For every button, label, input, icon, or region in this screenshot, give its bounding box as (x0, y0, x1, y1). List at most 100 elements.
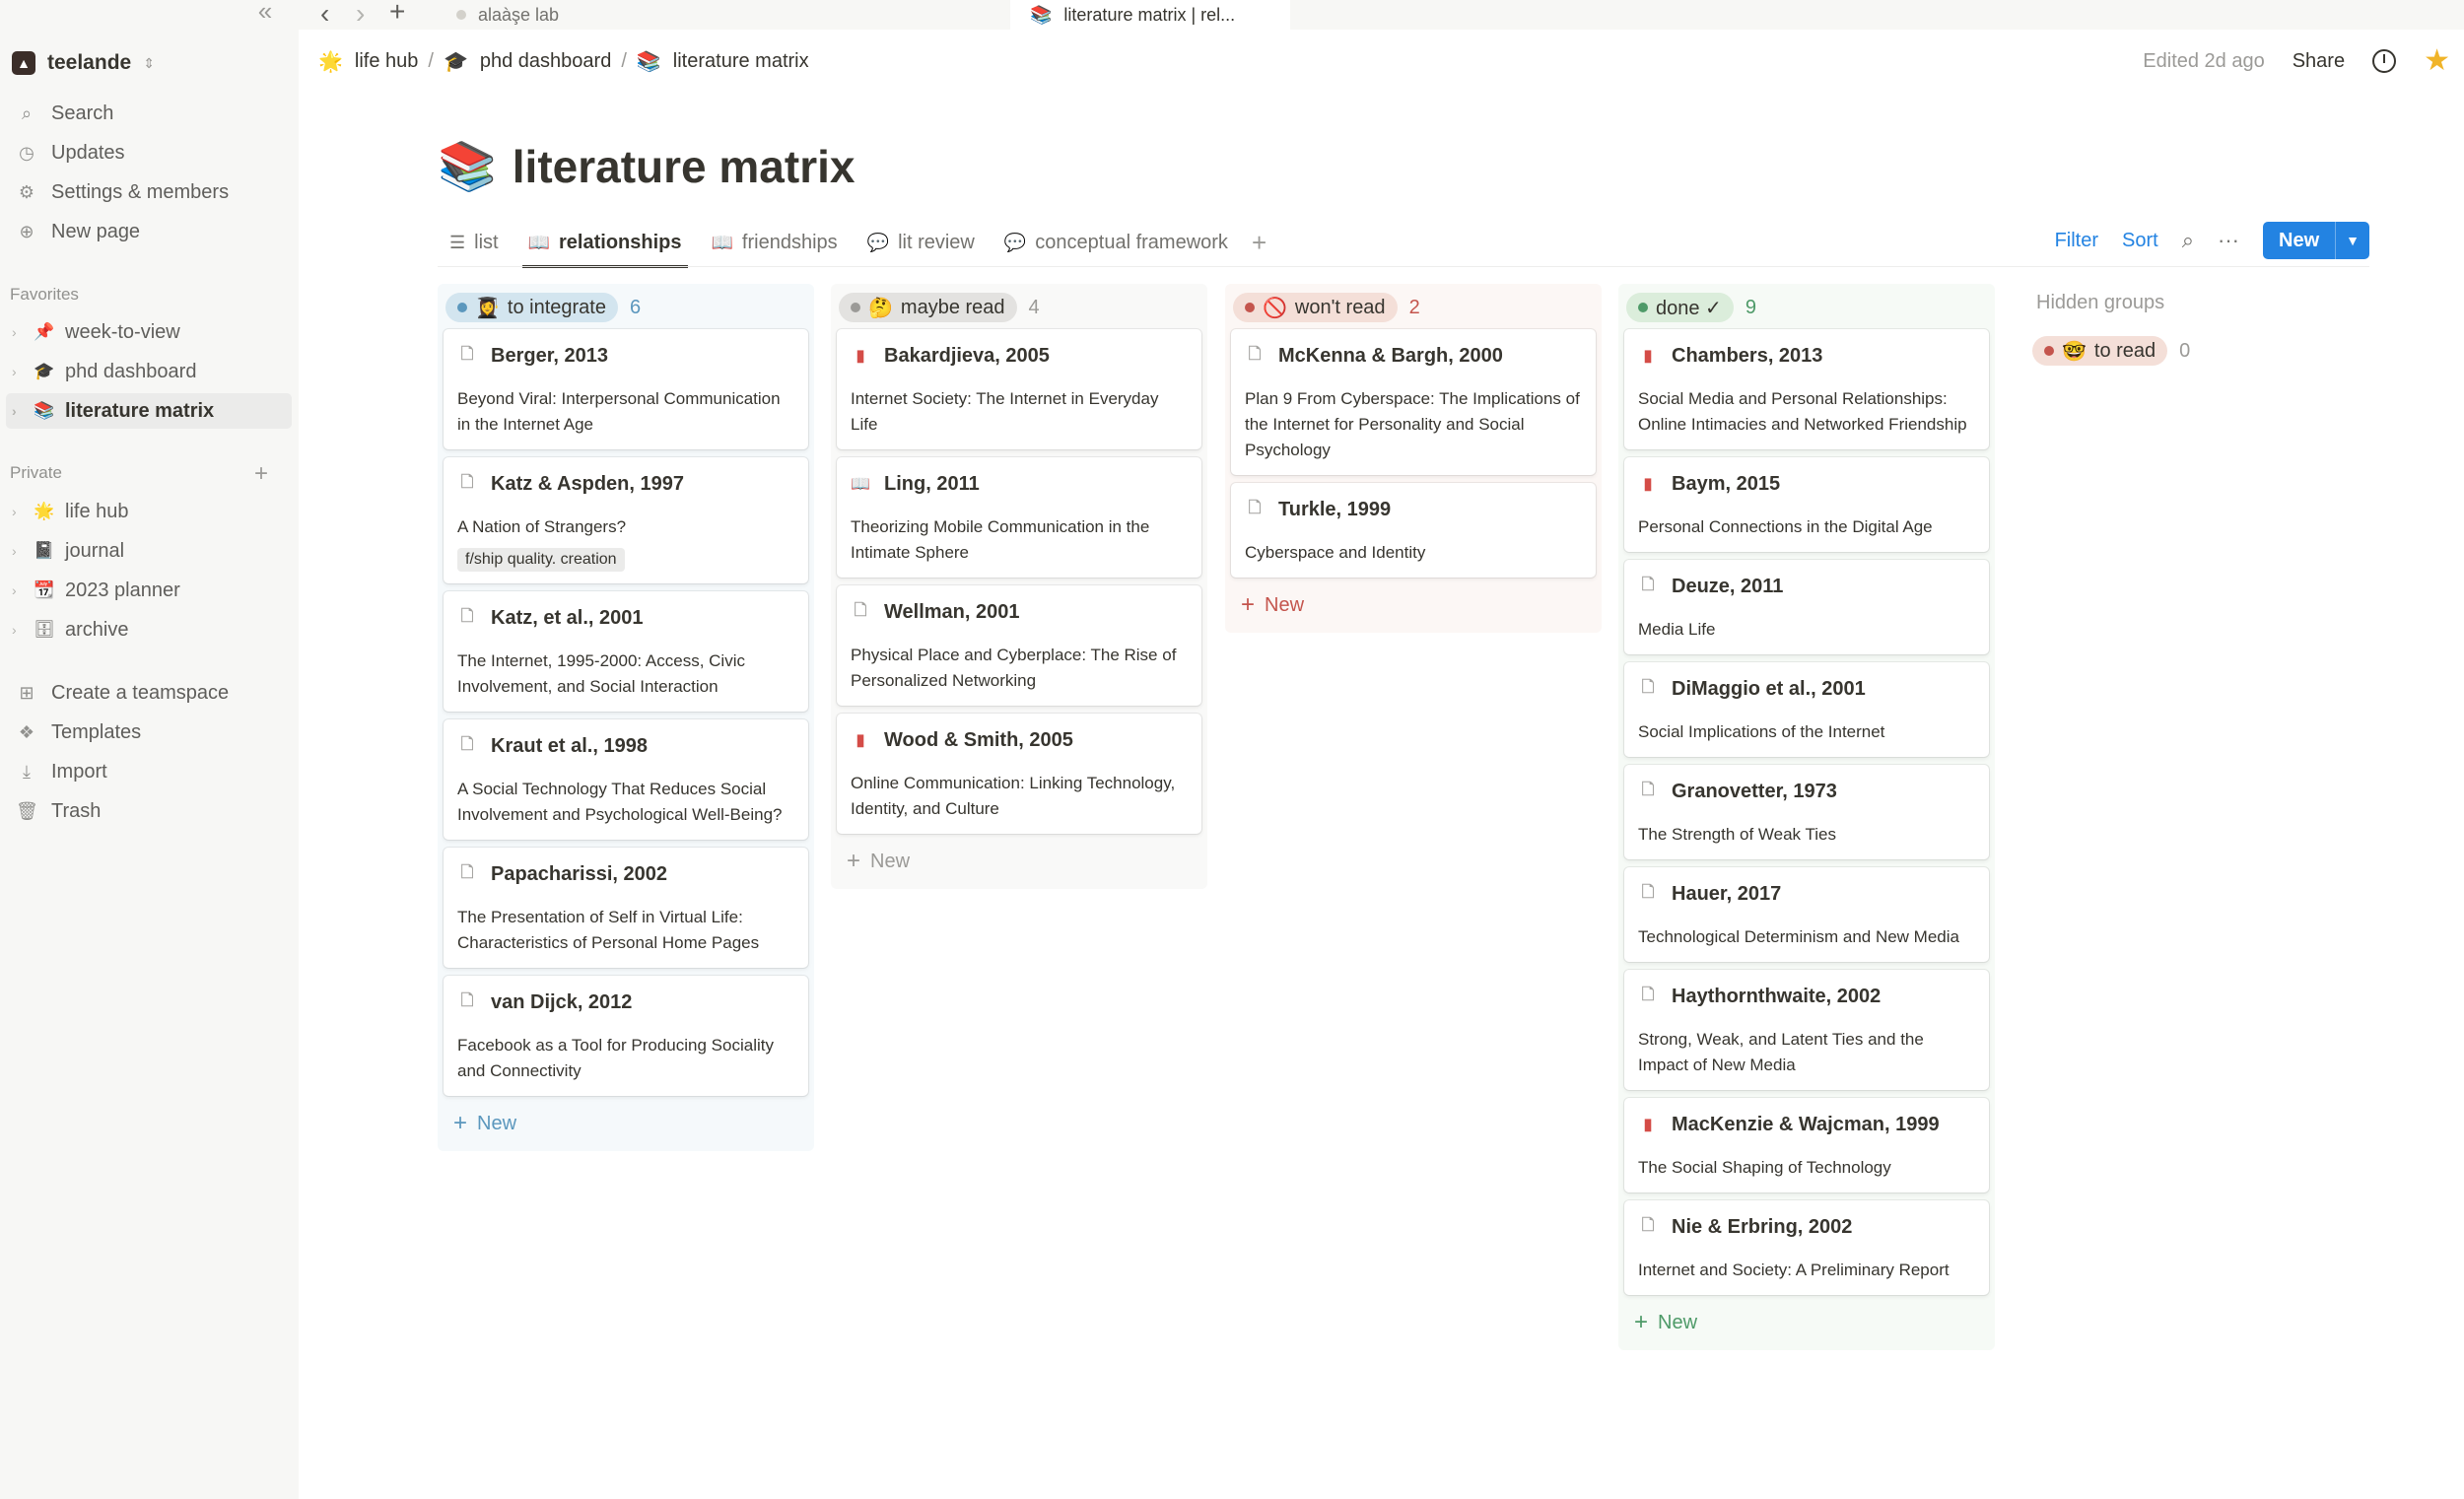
collapse-sidebar-icon[interactable]: « (252, 0, 278, 26)
workspace-switcher[interactable]: ▲ teelande ⇕ (12, 51, 155, 75)
board-card[interactable]: 🗋 Hauer, 2017 Technological Determinism an… (1624, 867, 1989, 962)
sidebar-item-label: Search (51, 102, 114, 124)
board-card[interactable]: 🗋 Nie & Erbring, 2002 Internet and Society… (1624, 1200, 1989, 1295)
board-card[interactable]: 🗋 McKenna & Bargh, 2000 Plan 9 From Cybers… (1231, 329, 1596, 475)
breadcrumb-item[interactable]: 📚 literature matrix (637, 49, 809, 74)
sidebar-page-label: 2023 planner (65, 579, 180, 601)
board-card[interactable]: 🗋 DiMaggio et al., 2001 Social Implication… (1624, 662, 1989, 757)
card-description: A Social Technology That Reduces Social … (457, 780, 783, 824)
board-card[interactable]: 🗋 Katz & Aspden, 1997 A Nation of Stranger… (444, 457, 808, 583)
tab-friendships[interactable]: 📖 friendships (706, 219, 844, 266)
sidebar-item-trash[interactable]: 🗑 Trash (12, 793, 288, 829)
forward-icon[interactable]: › (356, 0, 365, 30)
view-label: list (474, 231, 499, 253)
status-badge[interactable]: 🤓 to read (2032, 336, 2168, 366)
sort-button[interactable]: Sort (2122, 230, 2158, 252)
new-button-label[interactable]: New (2263, 222, 2335, 259)
board-card[interactable]: 🗋 Deuze, 2011 Media Life (1624, 560, 1989, 654)
add-card-button[interactable]: + New (1231, 585, 1596, 625)
sidebar-page-2023-planner[interactable]: › 📆 2023 planner (6, 573, 292, 608)
sidebar-item-updates[interactable]: ◷ Updates (12, 135, 288, 170)
plus-icon: + (847, 848, 861, 874)
sidebar-page-archive[interactable]: › 🗄 archive (6, 612, 292, 647)
column-header: 👩‍🎓 to integrate 6 (444, 286, 808, 329)
favorite-star-icon[interactable]: ★ (2424, 46, 2450, 76)
history-icon[interactable] (2372, 49, 2397, 73)
status-badge[interactable]: 🚫 won't read (1233, 293, 1398, 322)
chevron-down-icon[interactable]: ▼ (2335, 222, 2369, 259)
status-badge[interactable]: 🤔 maybe read (839, 293, 1017, 322)
page-title: 📚 literature matrix (438, 138, 855, 194)
board-card[interactable]: ▮ Wood & Smith, 2005 Online Communication:… (837, 714, 1201, 834)
chevron-right-icon[interactable]: › (12, 403, 24, 419)
back-icon[interactable]: ‹ (320, 0, 329, 30)
board-card[interactable]: 🗋 Granovetter, 1973 The Strength of Weak T… (1624, 765, 1989, 859)
more-icon[interactable]: ··· (2218, 228, 2239, 253)
new-tab-icon[interactable]: + (389, 0, 405, 28)
sidebar-item-create-a-teamspace[interactable]: ⊞ Create a teamspace (12, 675, 288, 711)
board-card[interactable]: 🗋 Haythornthwaite, 2002 Strong, Weak, and … (1624, 970, 1989, 1090)
sidebar-item-new-page[interactable]: ⊕ New page (12, 214, 288, 249)
board-card[interactable]: ▮ MacKenzie & Wajcman, 1999 The Social Sha… (1624, 1098, 1989, 1192)
board-card[interactable]: 🗋 Kraut et al., 1998 A Social Technology T… (444, 719, 808, 840)
board-card[interactable]: ▮ Chambers, 2013 Social Media and Personal… (1624, 329, 1989, 449)
filter-button[interactable]: Filter (2055, 230, 2098, 252)
hidden-groups-label: Hidden groups (2036, 292, 2165, 313)
breadcrumb-emoji-icon: 📚 (636, 51, 661, 73)
sidebar-item-import[interactable]: ⤓ Import (12, 754, 288, 789)
browser-tab-1[interactable]: alaàşe lab (437, 0, 1008, 30)
board-card[interactable]: 📖 Ling, 2011 Theorizing Mobile Communicati… (837, 457, 1201, 578)
plus-icon: + (1241, 591, 1256, 618)
hidden-group[interactable]: 🤓 to read 0 (2032, 336, 2190, 366)
board-card[interactable]: ▮ Bakardjieva, 2005 Internet Society: The … (837, 329, 1201, 449)
chevron-right-icon[interactable]: › (12, 543, 24, 559)
sidebar-page-literature-matrix[interactable]: › 📚 literature matrix (6, 393, 292, 429)
chevron-right-icon[interactable]: › (12, 582, 24, 598)
search-icon[interactable]: ⌕ (2182, 228, 2194, 253)
breadcrumb-item[interactable]: 🎓 phd dashboard (444, 49, 611, 74)
breadcrumb-item[interactable]: 🌟 life hub (318, 49, 418, 74)
status-badge[interactable]: 👩‍🎓 to integrate (445, 293, 618, 322)
sidebar-item-templates[interactable]: ❖ Templates (12, 715, 288, 750)
favorites-label: Favorites (10, 285, 79, 304)
add-view-icon[interactable]: + (1252, 228, 1266, 258)
board-card[interactable]: ▮ Baym, 2015 Personal Connections in the D… (1624, 457, 1989, 552)
chevron-right-icon[interactable]: › (12, 364, 24, 379)
board-card[interactable]: 🗋 Berger, 2013 Beyond Viral: Interpersonal… (444, 329, 808, 449)
add-card-button[interactable]: + New (837, 842, 1201, 881)
add-private-page-icon[interactable]: + (254, 460, 268, 488)
board-card[interactable]: 🗋 Katz, et al., 2001 The Internet, 1995-20… (444, 591, 808, 712)
sidebar-page-week-to-view[interactable]: › 📌 week-to-view (6, 314, 292, 350)
board-card[interactable]: 🗋 Papacharissi, 2002 The Presentation of S… (444, 848, 808, 968)
sidebar-item-search[interactable]: ⌕ Search (12, 96, 288, 131)
new-button[interactable]: New ▼ (2263, 222, 2369, 259)
add-card-button[interactable]: + New (1624, 1303, 1989, 1342)
templates-icon: ❖ (18, 721, 35, 742)
add-card-button[interactable]: + New (444, 1104, 808, 1143)
browser-tab-2[interactable]: 📚 literature matrix | rel... (1010, 0, 1290, 30)
tab-lit-review[interactable]: 💬 lit review (861, 219, 981, 266)
tab-relationships[interactable]: 📖 relationships (521, 219, 688, 268)
sidebar-page-journal[interactable]: › 📓 journal (6, 533, 292, 569)
share-button[interactable]: Share (2293, 50, 2345, 73)
board-card[interactable]: 🗋 van Dijck, 2012 Facebook as a Tool for P… (444, 976, 808, 1096)
board-card[interactable]: 🗋 Turkle, 1999 Cyberspace and Identity (1231, 483, 1596, 578)
status-badge[interactable]: done ✓ (1626, 293, 1734, 322)
sidebar-item-settings-members[interactable]: ⚙ Settings & members (12, 174, 288, 210)
chevron-right-icon[interactable]: › (12, 504, 24, 519)
tab-conceptual-framework[interactable]: 💬 conceptual framework (998, 219, 1234, 266)
tab-list[interactable]: ☰ list (444, 219, 505, 266)
sidebar-page-life-hub[interactable]: › 🌟 life hub (6, 494, 292, 529)
page-icon: 🗋 (854, 601, 867, 619)
card-title-text: van Dijck, 2012 (491, 990, 633, 1013)
sidebar-page-phd-dashboard[interactable]: › 🎓 phd dashboard (6, 354, 292, 389)
card-description: Beyond Viral: Interpersonal Communicatio… (457, 389, 781, 434)
board-card[interactable]: 🗋 Wellman, 2001 Physical Place and Cyberpl… (837, 585, 1201, 706)
card-title: 🗋 Katz & Aspden, 1997 (457, 471, 794, 497)
page-icon[interactable]: 📚 (438, 138, 497, 194)
page-title-text[interactable]: literature matrix (513, 140, 856, 193)
card-title-text: Katz & Aspden, 1997 (491, 472, 684, 495)
add-card-label: New (477, 1112, 517, 1134)
chevron-right-icon[interactable]: › (12, 324, 24, 340)
chevron-right-icon[interactable]: › (12, 622, 24, 638)
